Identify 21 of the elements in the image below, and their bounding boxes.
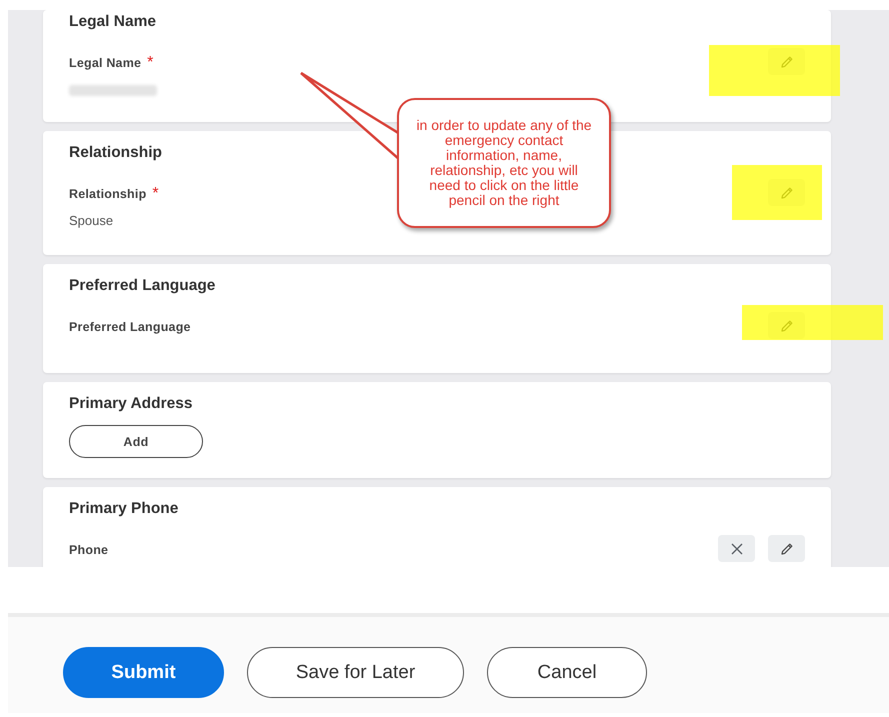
add-button[interactable]: Add — [69, 425, 203, 458]
section-title: Preferred Language — [69, 276, 216, 296]
callout-text: in order to update any of the emergency contact information, name, relationship, etc you will need to click on the little pencil on the right — [397, 98, 611, 228]
footer-button[interactable]: Save for Later — [247, 647, 464, 698]
section-title: Relationship — [69, 143, 162, 163]
section-title: Primary Phone — [69, 499, 178, 519]
field-label: Phone — [69, 543, 108, 557]
edit-button[interactable] — [768, 535, 805, 562]
footer-button[interactable]: Cancel — [487, 647, 647, 698]
section-title: Primary Address — [69, 394, 192, 414]
submit-button[interactable]: Submit — [63, 647, 224, 698]
required-asterisk: * — [147, 54, 154, 71]
remove-button[interactable] — [718, 535, 755, 562]
pencil-icon — [780, 542, 794, 556]
field-label: Legal Name — [69, 56, 142, 70]
required-asterisk: * — [152, 185, 159, 202]
field-value: Spouse — [69, 213, 114, 228]
field-label: Relationship — [69, 187, 146, 201]
field-label: Preferred Language — [69, 320, 191, 334]
section-title: Legal Name — [69, 12, 156, 32]
close-icon — [730, 542, 744, 556]
